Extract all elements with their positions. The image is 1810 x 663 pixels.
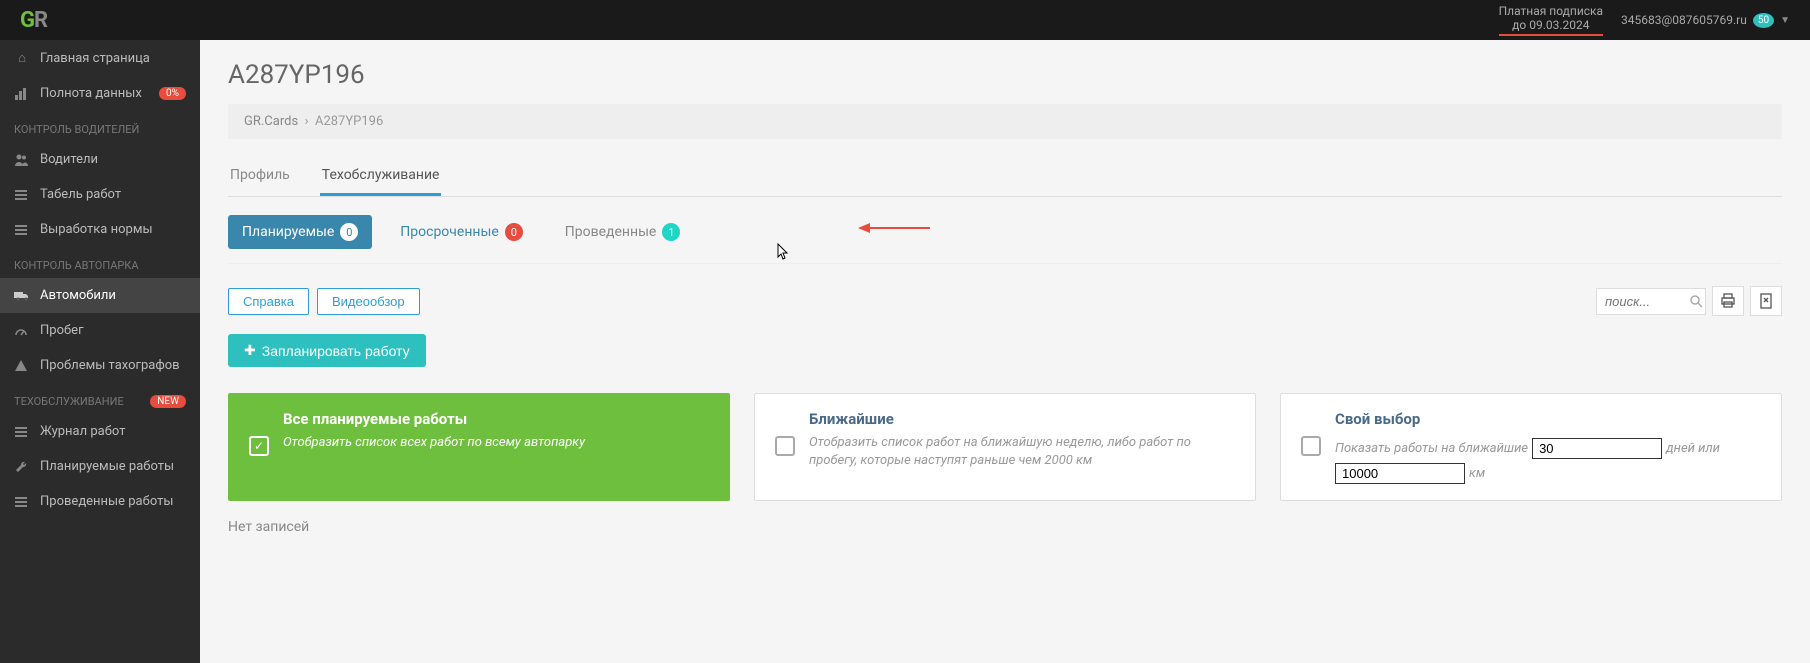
warning-icon — [14, 359, 30, 373]
percent-badge: 0% — [159, 87, 186, 100]
chevron-down-icon: ▼ — [1780, 15, 1790, 26]
user-email: 345683@087605769.ru — [1621, 13, 1747, 27]
days-input[interactable] — [1532, 438, 1662, 459]
add-work-button[interactable]: ✚ Запланировать работу — [228, 334, 426, 367]
list-icon — [14, 425, 30, 439]
card-title: Свой выбор — [1335, 410, 1761, 428]
tabs: Профиль Техобслуживание — [228, 157, 1782, 197]
sidebar-item-mileage[interactable]: Пробег — [0, 313, 200, 348]
page-title: A287YP196 — [228, 60, 1782, 90]
annotation-arrow — [858, 223, 930, 233]
cursor-icon — [773, 243, 789, 263]
checkbox-empty-icon[interactable] — [775, 436, 795, 456]
logo[interactable]: GR — [20, 8, 47, 33]
breadcrumb: GR.Cards › A287YP196 — [228, 104, 1782, 139]
count-badge: 1 — [662, 223, 680, 241]
tab-profile[interactable]: Профиль — [228, 157, 292, 196]
print-button[interactable] — [1712, 286, 1744, 316]
topbar: GR Платная подписка до 09.03.2024 345683… — [0, 0, 1810, 40]
export-button[interactable] — [1750, 286, 1782, 316]
card-title: Ближайшие — [809, 410, 1235, 428]
subtab-planned[interactable]: Планируемые 0 — [228, 215, 372, 249]
list-icon — [14, 495, 30, 509]
sidebar-label: Выработка нормы — [40, 222, 153, 237]
sidebar-section-maintenance: ТЕХОБСЛУЖИВАНИЕ NEW — [0, 383, 200, 414]
search-input[interactable] — [1605, 294, 1685, 309]
subtab-overdue[interactable]: Просроченные 0 — [386, 215, 537, 249]
check-icon: ✓ — [249, 436, 269, 456]
video-button[interactable]: Видеообзор — [317, 288, 420, 315]
sidebar-item-done-works[interactable]: Проведенные работы — [0, 484, 200, 519]
sidebar-item-norm[interactable]: Выработка нормы — [0, 212, 200, 247]
sidebar-label: Главная страница — [40, 51, 150, 66]
sidebar-section-fleet: КОНТРОЛЬ АВТОПАРКА — [0, 247, 200, 278]
sidebar-item-vehicles[interactable]: Автомобили — [0, 278, 200, 313]
sidebar-section-drivers: КОНТРОЛЬ ВОДИТЕЛЕЙ — [0, 111, 200, 142]
subscription-line1: Платная подписка — [1499, 4, 1603, 18]
sidebar-label: Журнал работ — [40, 424, 125, 439]
subtab-done[interactable]: Проведенные 1 — [551, 215, 695, 249]
user-badge: 50 — [1753, 13, 1774, 28]
help-button[interactable]: Справка — [228, 288, 309, 315]
sidebar-item-timesheet[interactable]: Табель работ — [0, 177, 200, 212]
checkbox-empty-icon[interactable] — [1301, 436, 1321, 456]
sidebar-label: Табель работ — [40, 187, 121, 202]
count-badge: 0 — [340, 223, 358, 241]
sidebar-label: Проблемы тахографов — [40, 358, 180, 373]
user-menu[interactable]: 345683@087605769.ru 50 ▼ — [1621, 13, 1790, 28]
sidebar-item-drivers[interactable]: Водители — [0, 142, 200, 177]
card-title: Все планируемые работы — [283, 410, 709, 428]
sidebar-item-home[interactable]: ⌂ Главная страница — [0, 40, 200, 76]
home-icon: ⌂ — [14, 50, 30, 66]
main-content: A287YP196 GR.Cards › A287YP196 Профиль Т… — [200, 40, 1810, 663]
card-desc: Отобразить список всех работ по всему ав… — [283, 434, 709, 452]
list-icon — [14, 223, 30, 237]
list-icon — [14, 188, 30, 202]
card-desc: Отобразить список работ на ближайшую нед… — [809, 434, 1235, 470]
breadcrumb-current: A287YP196 — [315, 114, 383, 129]
search-icon — [1689, 294, 1703, 308]
gauge-icon — [14, 324, 30, 338]
filter-card-nearest[interactable]: Ближайшие Отобразить список работ на бли… — [754, 393, 1256, 501]
truck-icon — [14, 289, 30, 303]
sidebar-label: Проведенные работы — [40, 494, 173, 509]
sidebar-label: Водители — [40, 152, 98, 167]
filter-card-custom[interactable]: Свой выбор Показать работы на ближайшие … — [1280, 393, 1782, 501]
sidebar-label: Автомобили — [40, 288, 116, 303]
km-input[interactable] — [1335, 463, 1465, 484]
sidebar-label: Пробег — [40, 323, 84, 338]
bars-icon — [14, 87, 30, 101]
tab-maintenance[interactable]: Техобслуживание — [320, 157, 442, 196]
wrench-icon — [14, 460, 30, 474]
plus-icon: ✚ — [244, 342, 256, 359]
search-input-wrapper[interactable] — [1596, 288, 1706, 315]
breadcrumb-root[interactable]: GR.Cards — [244, 114, 298, 129]
subtabs: Планируемые 0 Просроченные 0 Проведенные… — [228, 215, 1782, 264]
no-records-text: Нет записей — [228, 519, 1782, 535]
sidebar-label: Полнота данных — [40, 86, 142, 101]
sidebar-item-planned-works[interactable]: Планируемые работы — [0, 449, 200, 484]
users-icon — [14, 153, 30, 167]
new-badge: NEW — [150, 395, 186, 408]
subscription-info[interactable]: Платная подписка до 09.03.2024 — [1499, 4, 1603, 37]
sidebar-item-work-log[interactable]: Журнал работ — [0, 414, 200, 449]
count-badge: 0 — [505, 223, 523, 241]
sidebar-label: Планируемые работы — [40, 459, 174, 474]
sidebar-item-data-completeness[interactable]: Полнота данных 0% — [0, 76, 200, 111]
sidebar: ⌂ Главная страница Полнота данных 0% КОН… — [0, 40, 200, 663]
subscription-line2: до 09.03.2024 — [1499, 18, 1603, 32]
filter-card-all[interactable]: ✓ Все планируемые работы Отобразить спис… — [228, 393, 730, 501]
sidebar-item-tacho-issues[interactable]: Проблемы тахографов — [0, 348, 200, 383]
